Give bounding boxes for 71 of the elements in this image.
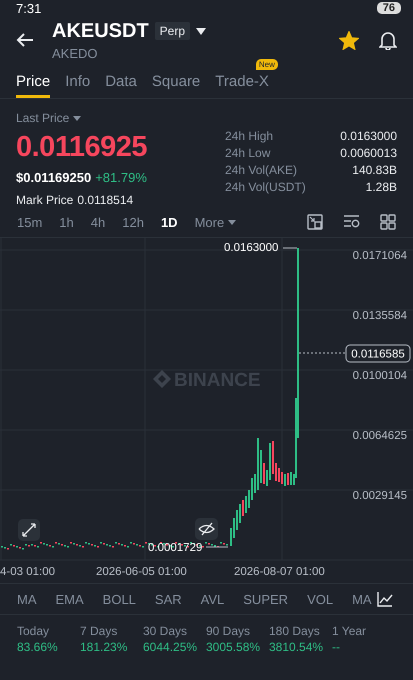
star-icon[interactable]	[339, 30, 359, 50]
indicator-option[interactable]: VOL	[307, 592, 334, 606]
axis-label: 0.0064625	[352, 430, 407, 442]
axis-label: 2026-08-07 01:00	[234, 566, 325, 578]
period-label: Today	[17, 624, 50, 638]
caret-icon[interactable]	[196, 28, 206, 34]
symbol-title: AKEUSDT	[52, 20, 149, 42]
new-badge: New	[256, 59, 278, 70]
stat-value: 140.83B	[351, 163, 397, 177]
indicator-option[interactable]: MA	[17, 592, 36, 606]
timeframe-option[interactable]: 1D	[160, 214, 178, 230]
period-change: 3810.54%	[269, 640, 324, 654]
last-price: 0.0116925	[16, 131, 147, 164]
stat-value: 0.0163000	[339, 129, 397, 143]
contract-type-tag: Perp	[154, 22, 190, 40]
period-change: 181.23%	[80, 640, 128, 654]
mark-price: 0.0118514	[77, 193, 134, 207]
period-label: 180 Days	[269, 624, 321, 638]
mark-price-label: Mark Price	[16, 193, 74, 207]
stat-label: 24h Vol(AKE)	[225, 163, 298, 177]
stat-label: 24h Vol(USDT)	[225, 180, 307, 194]
status-time: 7:31	[16, 0, 42, 16]
caret-icon	[228, 220, 236, 224]
last-price-label[interactable]: Last Price	[16, 111, 70, 125]
period-change: 83.66%	[17, 640, 59, 654]
timeframe-option[interactable]: More	[194, 214, 236, 230]
indicator-option[interactable]: MA	[352, 592, 372, 606]
chart-settings-icon[interactable]	[343, 214, 360, 228]
tab[interactable]: Data	[105, 64, 137, 98]
period-label: 1 Year	[332, 624, 368, 638]
expand-icon[interactable]	[18, 519, 40, 541]
stat-value: 0.0060013	[339, 146, 397, 160]
indicator-option[interactable]: SAR	[154, 592, 182, 606]
period-change: 6044.25%	[143, 640, 198, 654]
stat-label: 24h High	[225, 129, 274, 143]
coin-name: AKEDO	[52, 46, 99, 60]
indicator-option[interactable]: SUPER	[243, 592, 288, 606]
period-label: 30 Days	[143, 624, 188, 638]
window-icon[interactable]	[307, 214, 323, 230]
indicator-option[interactable]: EMA	[56, 592, 84, 606]
battery-indicator: 76	[376, 2, 401, 14]
axis-label: 0.0171064	[352, 250, 407, 262]
back-icon[interactable]	[16, 32, 34, 48]
period-label: 7 Days	[80, 624, 118, 638]
period-change: --	[332, 640, 341, 654]
stat-value: 1.28B	[364, 180, 397, 194]
period-change: 3005.58%	[206, 640, 262, 654]
axis-label: 0.0100104	[352, 370, 407, 382]
tab[interactable]: Price	[16, 64, 50, 98]
timeframe-option[interactable]: 4h	[90, 214, 106, 230]
axis-label: 0.0135584	[352, 310, 407, 322]
timeframe-option[interactable]: 15m	[17, 214, 42, 230]
chart-line-icon[interactable]	[376, 591, 393, 607]
current-price-tag: 0.0116585	[346, 344, 410, 362]
bell-icon[interactable]	[379, 30, 397, 50]
axis-label: 0.0029145	[352, 490, 407, 502]
hide-icon[interactable]	[195, 518, 218, 540]
axis-label: 4-03 01:00	[0, 566, 55, 578]
indicator-option[interactable]: BOLL	[102, 592, 136, 606]
usd-price: $0.01169250	[16, 170, 92, 185]
price-line	[298, 352, 346, 354]
axis-label: 2026-06-05 01:00	[96, 566, 187, 578]
stat-label: 24h Low	[225, 146, 272, 160]
tab[interactable]: Info	[65, 64, 90, 98]
grid-icon[interactable]	[380, 214, 396, 230]
price-change: +81.79%	[95, 170, 147, 185]
tab[interactable]: Square	[152, 64, 200, 98]
period-label: 90 Days	[206, 624, 252, 638]
indicator-option[interactable]: AVL	[200, 592, 224, 606]
timeframe-option[interactable]: 1h	[59, 214, 74, 230]
timeframe-option[interactable]: 12h	[122, 214, 144, 230]
